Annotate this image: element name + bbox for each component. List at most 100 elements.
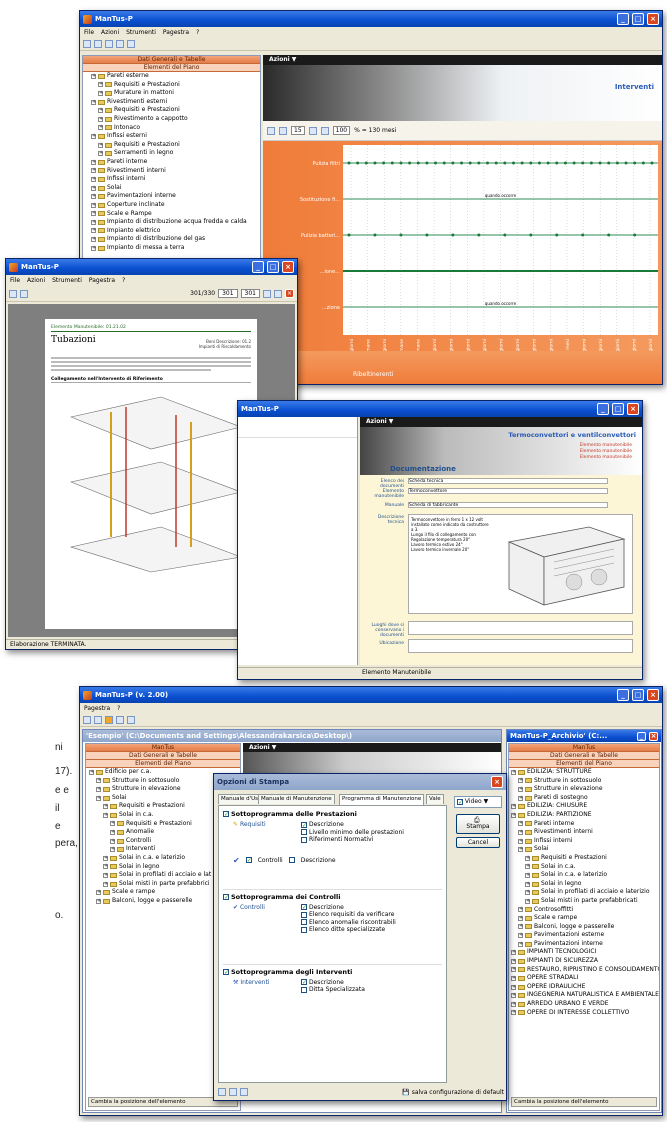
tree-item[interactable]: + EDILIZIA: STRUTTURE bbox=[511, 768, 659, 777]
sec1-opt-3[interactable] bbox=[301, 836, 307, 843]
print-button[interactable]: ⎙ Stampa bbox=[456, 814, 500, 834]
tree-item[interactable]: + Rivestimento a cappotto bbox=[91, 115, 260, 124]
menu-help[interactable]: ? bbox=[196, 29, 199, 36]
tree-item[interactable]: + Rivestimenti esterni bbox=[91, 98, 260, 107]
locations-field[interactable] bbox=[408, 621, 633, 635]
tree-item[interactable]: + Pavimentazioni interne bbox=[91, 192, 260, 201]
intervention-point[interactable] bbox=[650, 161, 654, 165]
expand-icon[interactable]: + bbox=[511, 804, 516, 810]
intervention-point[interactable] bbox=[503, 233, 507, 237]
tree-item[interactable]: + Requisiti e Prestazioni bbox=[511, 854, 659, 863]
expand-icon[interactable]: + bbox=[98, 142, 103, 148]
expand-icon[interactable]: + bbox=[98, 125, 103, 131]
panel-general[interactable]: Dati Generali e Tabelle bbox=[86, 752, 240, 760]
layout-icon-2[interactable] bbox=[229, 1088, 237, 1096]
expand-icon[interactable]: + bbox=[511, 958, 516, 964]
grid-icon[interactable] bbox=[267, 126, 275, 135]
tree-item[interactable]: + OPERE IDRAULICHE bbox=[511, 983, 659, 992]
menu-help[interactable]: ? bbox=[122, 277, 125, 284]
minimize-button[interactable]: _ bbox=[617, 689, 629, 701]
tree-item[interactable]: + Scale e rampe bbox=[511, 914, 659, 923]
expand-icon[interactable]: + bbox=[511, 769, 516, 775]
close-button[interactable]: × bbox=[627, 403, 639, 415]
sec3-opt-1[interactable]: ✓ bbox=[301, 979, 307, 986]
tab-vale[interactable]: Vale bbox=[426, 794, 444, 804]
location-field[interactable] bbox=[408, 639, 633, 653]
title-bar[interactable]: ManTus-P (v. 2.00) _ □ × bbox=[80, 687, 662, 703]
docs-field[interactable]: Scheda tecnica bbox=[408, 478, 608, 484]
expand-icon[interactable]: + bbox=[103, 855, 108, 861]
expand-icon[interactable]: + bbox=[525, 898, 530, 904]
intervention-point[interactable] bbox=[347, 161, 351, 165]
element-field[interactable]: Termoconvettore bbox=[408, 488, 608, 494]
tree-item[interactable]: + Impianto di distribuzione del gas bbox=[91, 235, 260, 244]
expand-icon[interactable]: + bbox=[518, 915, 523, 921]
tree-item[interactable]: + Impianto elettrico bbox=[91, 227, 260, 236]
expand-icon[interactable]: + bbox=[103, 864, 108, 870]
list-icon[interactable] bbox=[279, 126, 287, 135]
tree-item[interactable]: + RESTAURO, RIPRISTINO E CONSOLIDAMENTO bbox=[511, 966, 659, 975]
expand-icon[interactable]: + bbox=[89, 769, 94, 775]
expand-icon[interactable]: + bbox=[511, 993, 516, 999]
intervention-point[interactable] bbox=[503, 161, 507, 165]
intervention-point[interactable] bbox=[563, 161, 567, 165]
tab-programma[interactable]: Programma di Manutenzione bbox=[339, 794, 425, 805]
undo-icon[interactable] bbox=[127, 716, 135, 724]
expand-icon[interactable]: + bbox=[518, 941, 523, 947]
sec1-opt-2[interactable] bbox=[301, 829, 307, 836]
menu-finestra[interactable]: Pagestra bbox=[163, 29, 189, 36]
tree-item[interactable]: + Strutture in sottosuolo bbox=[511, 777, 659, 786]
tree-header-plan[interactable]: Elementi del Piano bbox=[83, 64, 260, 72]
print-icon[interactable] bbox=[116, 40, 124, 48]
expand-icon[interactable]: + bbox=[525, 872, 530, 878]
video-select[interactable]: ✓ Video ▼ bbox=[454, 796, 502, 808]
expand-icon[interactable]: + bbox=[103, 872, 108, 878]
intervention-point[interactable] bbox=[477, 161, 481, 165]
expand-icon[interactable]: + bbox=[518, 786, 523, 792]
panel-mantus[interactable]: ManTus bbox=[86, 744, 240, 752]
minimize-button[interactable]: _ bbox=[617, 13, 629, 25]
tree-item[interactable]: + Solai in legno bbox=[511, 880, 659, 889]
intervention-point[interactable] bbox=[633, 161, 637, 165]
intervention-point[interactable] bbox=[494, 161, 498, 165]
new-icon[interactable] bbox=[83, 716, 91, 724]
title-bar[interactable]: ManTus-P _ □ × bbox=[6, 259, 297, 275]
expand-icon[interactable]: + bbox=[91, 159, 96, 165]
intervention-point[interactable] bbox=[408, 161, 412, 165]
expand-icon[interactable]: + bbox=[91, 194, 96, 200]
tree-item[interactable]: + Pavimentazioni interne bbox=[511, 940, 659, 949]
expand-icon[interactable]: + bbox=[511, 984, 516, 990]
save-icon[interactable] bbox=[105, 40, 113, 48]
intervention-point[interactable] bbox=[641, 161, 645, 165]
expand-icon[interactable]: + bbox=[96, 786, 101, 792]
intervention-point[interactable] bbox=[347, 233, 351, 237]
expand-icon[interactable]: + bbox=[98, 82, 103, 88]
layout-icon-1[interactable] bbox=[218, 1088, 226, 1096]
tree-item[interactable]: + Scale e Rampe bbox=[91, 210, 260, 219]
title-bar[interactable]: ManTus-P _ □ × bbox=[238, 401, 642, 417]
menu-azioni[interactable]: Azioni bbox=[101, 29, 119, 36]
tree-item[interactable]: + Pareti interne bbox=[511, 820, 659, 829]
expand-icon[interactable]: + bbox=[96, 795, 101, 801]
tree-item[interactable]: + Requisiti e Prestazioni bbox=[91, 141, 260, 150]
tree-item[interactable]: + Strutture in elevazione bbox=[511, 785, 659, 794]
intervention-point[interactable] bbox=[356, 161, 360, 165]
expand-icon[interactable]: + bbox=[525, 864, 530, 870]
menu-azioni[interactable]: Azioni bbox=[27, 277, 45, 284]
tree-item[interactable]: + Requisiti e Prestazioni bbox=[91, 81, 260, 90]
intervention-point[interactable] bbox=[425, 233, 429, 237]
sec2-checkbox[interactable]: ✓ bbox=[223, 893, 229, 900]
expand-icon[interactable]: + bbox=[110, 821, 115, 827]
expand-icon[interactable]: + bbox=[518, 907, 523, 913]
intervention-point[interactable] bbox=[529, 161, 533, 165]
tab-manutenzione[interactable]: Manuale di Manutenzione bbox=[258, 794, 335, 804]
tree-item[interactable]: + INGEGNERIA NATURALISTICA E AMBIENTALE bbox=[511, 991, 659, 1000]
expand-icon[interactable]: + bbox=[518, 847, 523, 853]
tree-item[interactable]: + EDILIZIA: CHIUSURE bbox=[511, 802, 659, 811]
close-button[interactable]: × bbox=[647, 13, 659, 25]
tree-item[interactable]: + Solai in profilati di acciaio e lateriz… bbox=[511, 888, 659, 897]
expand-icon[interactable]: + bbox=[511, 967, 516, 973]
stop-icon[interactable]: × bbox=[285, 289, 294, 298]
expand-icon[interactable]: + bbox=[96, 890, 101, 896]
expand-icon[interactable]: + bbox=[98, 151, 103, 157]
